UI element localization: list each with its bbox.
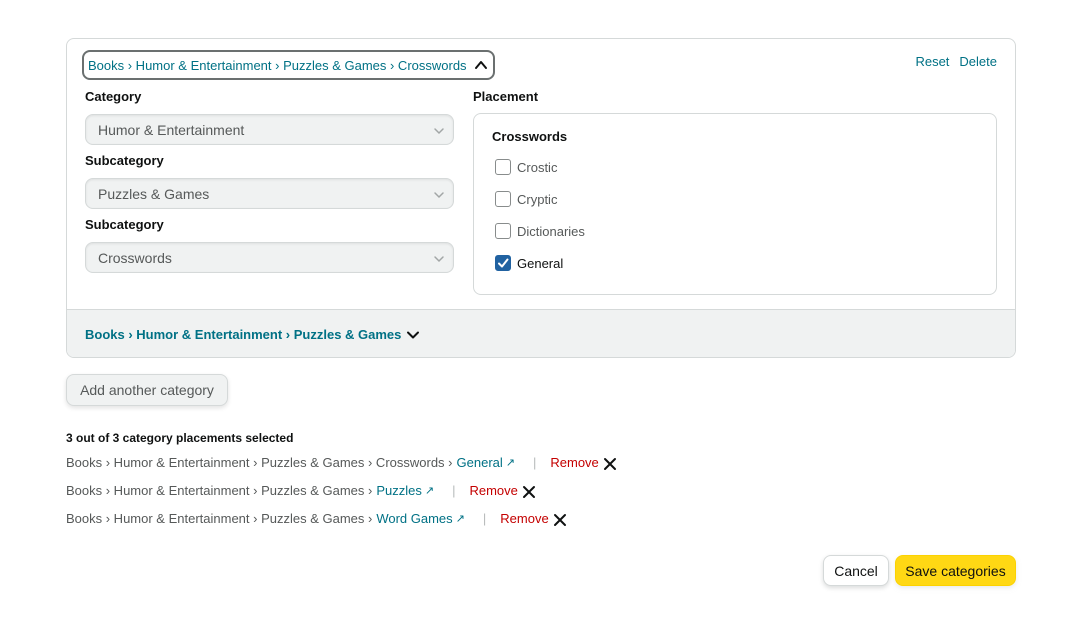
close-icon[interactable] bbox=[553, 513, 567, 527]
checkbox[interactable] bbox=[495, 159, 511, 175]
collapsed-breadcrumb-text: Books › Humor & Entertainment › Puzzles … bbox=[85, 327, 402, 342]
chevron-down-icon bbox=[433, 252, 445, 264]
checkmark-icon bbox=[498, 258, 509, 268]
placement-option-cryptic[interactable]: Cryptic bbox=[495, 191, 557, 207]
close-icon[interactable] bbox=[522, 485, 536, 499]
placement-option-label: Cryptic bbox=[517, 191, 558, 207]
checkbox[interactable] bbox=[495, 191, 511, 207]
placement-box: Crosswords Crostic Cryptic Dictionaries … bbox=[473, 113, 997, 295]
chevron-down-icon bbox=[433, 188, 445, 200]
subcategory-select-value: Puzzles & Games bbox=[98, 185, 210, 202]
category-select-value: Humor & Entertainment bbox=[98, 121, 245, 138]
chevron-down-icon bbox=[433, 124, 445, 136]
add-another-category-button[interactable]: Add another category bbox=[66, 374, 228, 406]
placement-leaf-link[interactable]: Word Games bbox=[376, 511, 452, 526]
subcategory-2-select[interactable]: Crosswords bbox=[85, 242, 454, 273]
placement-option-crostic[interactable]: Crostic bbox=[495, 159, 557, 175]
placement-group-title: Crosswords bbox=[492, 129, 568, 144]
collapsed-category-row[interactable]: Books › Humor & Entertainment › Puzzles … bbox=[67, 309, 1015, 357]
remove-link[interactable]: Remove bbox=[500, 511, 548, 526]
placement-option-label: Crostic bbox=[517, 159, 558, 175]
placement-option-general[interactable]: General bbox=[495, 255, 563, 271]
external-link-icon[interactable]: ↗ bbox=[425, 484, 434, 497]
checkbox[interactable] bbox=[495, 223, 511, 239]
selected-placement-row: Books › Humor & Entertainment › Puzzles … bbox=[66, 454, 617, 471]
delete-link[interactable]: Delete bbox=[959, 54, 997, 69]
selection-summary-title: 3 out of 3 category placements selected bbox=[66, 431, 294, 445]
placement-leaf-link[interactable]: Puzzles bbox=[376, 483, 422, 498]
divider: | bbox=[532, 455, 537, 470]
breadcrumb-toggle[interactable]: Books › Humor & Entertainment › Puzzles … bbox=[82, 50, 495, 80]
divider: | bbox=[452, 483, 456, 498]
selected-placement-row: Books › Humor & Entertainment › Puzzles … bbox=[66, 482, 536, 499]
placement-path: Books › Humor & Entertainment › Puzzles … bbox=[66, 455, 453, 470]
divider: | bbox=[482, 511, 487, 526]
category-editor-card: Books › Humor & Entertainment › Puzzles … bbox=[66, 38, 1016, 358]
subcategory-select[interactable]: Puzzles & Games bbox=[85, 178, 454, 209]
subcategory-label: Subcategory bbox=[85, 153, 164, 168]
category-select[interactable]: Humor & Entertainment bbox=[85, 114, 454, 145]
card-actions: Reset Delete bbox=[915, 54, 997, 69]
placement-option-label: General bbox=[517, 255, 564, 271]
placement-option-dictionaries[interactable]: Dictionaries bbox=[495, 223, 585, 239]
collapsed-breadcrumb[interactable]: Books › Humor & Entertainment › Puzzles … bbox=[85, 327, 420, 342]
remove-link[interactable]: Remove bbox=[550, 455, 598, 470]
placement-path: Books › Humor & Entertainment › Puzzles … bbox=[66, 511, 373, 526]
selected-placement-row: Books › Humor & Entertainment › Puzzles … bbox=[66, 510, 567, 527]
placement-option-label: Dictionaries bbox=[517, 223, 585, 239]
checkbox-checked[interactable] bbox=[495, 255, 511, 271]
cancel-button[interactable]: Cancel bbox=[823, 555, 889, 586]
category-label: Category bbox=[85, 89, 142, 104]
remove-link[interactable]: Remove bbox=[469, 483, 517, 498]
external-link-icon[interactable]: ↗ bbox=[506, 456, 515, 469]
subcategory-2-label: Subcategory bbox=[85, 217, 164, 232]
placement-leaf-link[interactable]: General bbox=[457, 455, 503, 470]
external-link-icon[interactable]: ↗ bbox=[456, 512, 465, 525]
save-categories-button[interactable]: Save categories bbox=[895, 555, 1016, 586]
chevron-down-icon bbox=[406, 328, 420, 342]
reset-link[interactable]: Reset bbox=[915, 54, 949, 69]
chevron-up-icon bbox=[473, 57, 489, 73]
placement-path: Books › Humor & Entertainment › Puzzles … bbox=[66, 483, 373, 498]
close-icon[interactable] bbox=[603, 457, 617, 471]
subcategory-2-select-value: Crosswords bbox=[98, 249, 172, 266]
placement-label: Placement bbox=[473, 89, 539, 104]
breadcrumb-text: Books › Humor & Entertainment › Puzzles … bbox=[88, 57, 467, 73]
